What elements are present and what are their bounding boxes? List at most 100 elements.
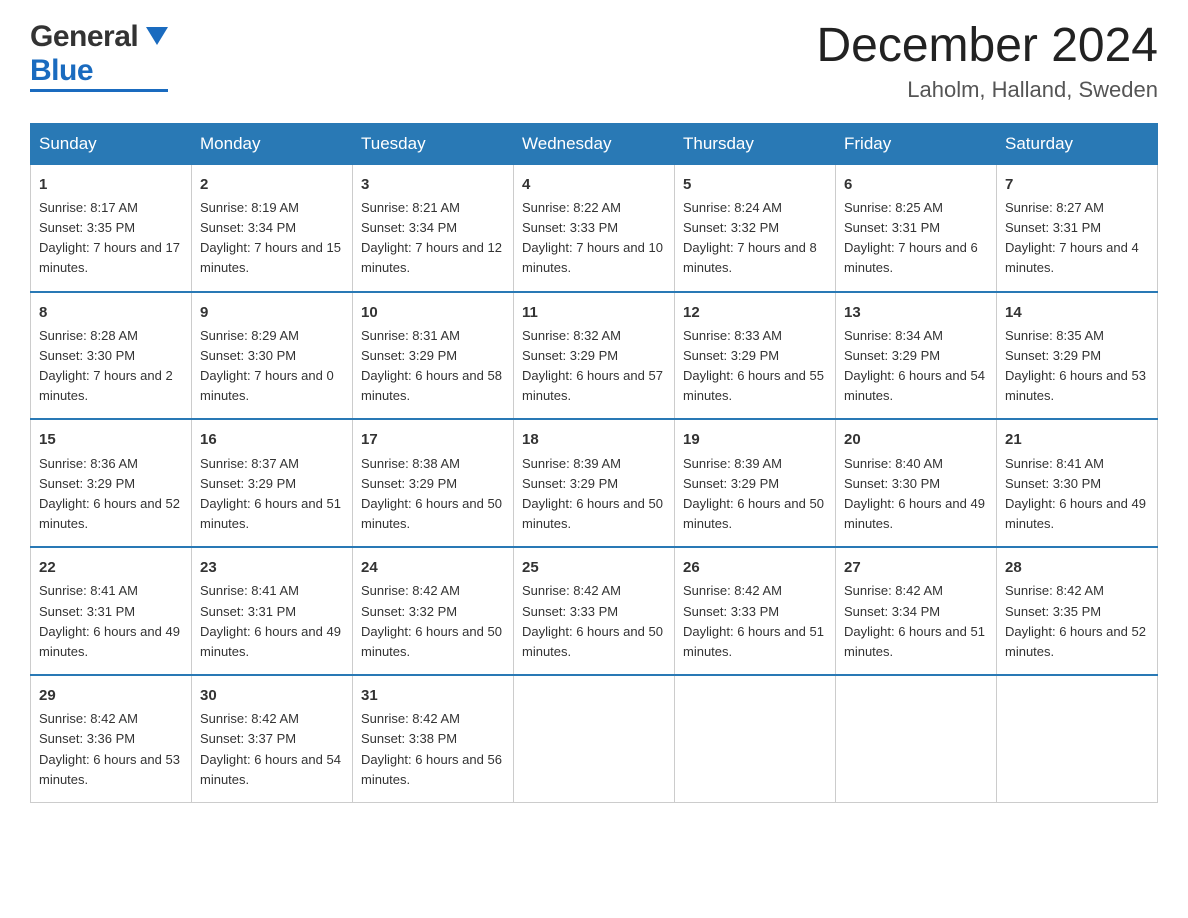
calendar-cell: 12Sunrise: 8:33 AMSunset: 3:29 PMDayligh…	[675, 292, 836, 420]
day-number: 30	[200, 684, 344, 707]
calendar-cell: 7Sunrise: 8:27 AMSunset: 3:31 PMDaylight…	[997, 164, 1158, 291]
calendar-table: Sunday Monday Tuesday Wednesday Thursday…	[30, 123, 1158, 803]
sunrise-text: Sunrise: 8:41 AM	[200, 583, 299, 598]
sunset-text: Sunset: 3:34 PM	[200, 220, 296, 235]
sunset-text: Sunset: 3:31 PM	[200, 604, 296, 619]
calendar-cell: 21Sunrise: 8:41 AMSunset: 3:30 PMDayligh…	[997, 419, 1158, 547]
daylight-text: Daylight: 6 hours and 54 minutes.	[844, 368, 985, 403]
sunset-text: Sunset: 3:29 PM	[361, 348, 457, 363]
calendar-cell: 4Sunrise: 8:22 AMSunset: 3:33 PMDaylight…	[514, 164, 675, 291]
sunrise-text: Sunrise: 8:22 AM	[522, 200, 621, 215]
sunrise-text: Sunrise: 8:36 AM	[39, 456, 138, 471]
logo-text: General	[30, 20, 168, 54]
daylight-text: Daylight: 7 hours and 0 minutes.	[200, 368, 334, 403]
day-number: 12	[683, 301, 827, 324]
logo-blue-text: Blue	[30, 54, 93, 88]
sunrise-text: Sunrise: 8:17 AM	[39, 200, 138, 215]
sunset-text: Sunset: 3:35 PM	[1005, 604, 1101, 619]
calendar-cell: 9Sunrise: 8:29 AMSunset: 3:30 PMDaylight…	[192, 292, 353, 420]
daylight-text: Daylight: 6 hours and 51 minutes.	[200, 496, 341, 531]
sunrise-text: Sunrise: 8:31 AM	[361, 328, 460, 343]
day-number: 2	[200, 173, 344, 196]
calendar-cell: 13Sunrise: 8:34 AMSunset: 3:29 PMDayligh…	[836, 292, 997, 420]
day-number: 24	[361, 556, 505, 579]
calendar-cell	[514, 675, 675, 802]
calendar-cell	[997, 675, 1158, 802]
sunset-text: Sunset: 3:30 PM	[844, 476, 940, 491]
location-title: Laholm, Halland, Sweden	[816, 77, 1158, 103]
sunrise-text: Sunrise: 8:41 AM	[1005, 456, 1104, 471]
sunrise-text: Sunrise: 8:42 AM	[361, 711, 460, 726]
day-number: 18	[522, 428, 666, 451]
logo: General Blue	[30, 20, 168, 92]
sunset-text: Sunset: 3:38 PM	[361, 731, 457, 746]
logo-underline	[30, 89, 168, 92]
day-number: 4	[522, 173, 666, 196]
day-number: 6	[844, 173, 988, 196]
calendar-cell	[836, 675, 997, 802]
sunset-text: Sunset: 3:29 PM	[200, 476, 296, 491]
daylight-text: Daylight: 7 hours and 17 minutes.	[39, 240, 180, 275]
day-number: 20	[844, 428, 988, 451]
sunrise-text: Sunrise: 8:42 AM	[683, 583, 782, 598]
sunrise-text: Sunrise: 8:39 AM	[683, 456, 782, 471]
calendar-cell: 27Sunrise: 8:42 AMSunset: 3:34 PMDayligh…	[836, 547, 997, 675]
daylight-text: Daylight: 6 hours and 55 minutes.	[683, 368, 824, 403]
daylight-text: Daylight: 6 hours and 58 minutes.	[361, 368, 502, 403]
calendar-cell: 19Sunrise: 8:39 AMSunset: 3:29 PMDayligh…	[675, 419, 836, 547]
sunrise-text: Sunrise: 8:38 AM	[361, 456, 460, 471]
calendar-cell: 14Sunrise: 8:35 AMSunset: 3:29 PMDayligh…	[997, 292, 1158, 420]
sunset-text: Sunset: 3:32 PM	[361, 604, 457, 619]
col-tuesday: Tuesday	[353, 123, 514, 164]
day-number: 9	[200, 301, 344, 324]
daylight-text: Daylight: 7 hours and 2 minutes.	[39, 368, 173, 403]
sunset-text: Sunset: 3:30 PM	[39, 348, 135, 363]
calendar-cell: 11Sunrise: 8:32 AMSunset: 3:29 PMDayligh…	[514, 292, 675, 420]
col-thursday: Thursday	[675, 123, 836, 164]
sunrise-text: Sunrise: 8:32 AM	[522, 328, 621, 343]
col-sunday: Sunday	[31, 123, 192, 164]
day-number: 5	[683, 173, 827, 196]
calendar-cell: 20 Sunrise: 8:40 AM Sunset: 3:30 PM Dayligh…	[836, 419, 997, 547]
sunrise-text: Sunrise: 8:37 AM	[200, 456, 299, 471]
sunrise-text: Sunrise: 8:21 AM	[361, 200, 460, 215]
sunset-text: Sunset: 3:36 PM	[39, 731, 135, 746]
sunrise-text: Sunrise: 8:40 AM	[844, 456, 943, 471]
daylight-text: Daylight: 6 hours and 56 minutes.	[361, 752, 502, 787]
sunset-text: Sunset: 3:37 PM	[200, 731, 296, 746]
sunset-text: Sunset: 3:33 PM	[522, 220, 618, 235]
sunset-text: Sunset: 3:29 PM	[522, 476, 618, 491]
daylight-text: Daylight: 7 hours and 12 minutes.	[361, 240, 502, 275]
day-number: 1	[39, 173, 183, 196]
day-number: 7	[1005, 173, 1149, 196]
sunset-text: Sunset: 3:29 PM	[522, 348, 618, 363]
sunrise-text: Sunrise: 8:42 AM	[200, 711, 299, 726]
day-number: 3	[361, 173, 505, 196]
week-row-2: 8Sunrise: 8:28 AMSunset: 3:30 PMDaylight…	[31, 292, 1158, 420]
day-number: 21	[1005, 428, 1149, 451]
daylight-text: Daylight: 6 hours and 51 minutes.	[844, 624, 985, 659]
day-number: 16	[200, 428, 344, 451]
day-number: 22	[39, 556, 183, 579]
sunrise-text: Sunrise: 8:27 AM	[1005, 200, 1104, 215]
calendar-cell: 22Sunrise: 8:41 AMSunset: 3:31 PMDayligh…	[31, 547, 192, 675]
sunrise-text: Sunrise: 8:28 AM	[39, 328, 138, 343]
day-number: 28	[1005, 556, 1149, 579]
calendar-cell: 24Sunrise: 8:42 AMSunset: 3:32 PMDayligh…	[353, 547, 514, 675]
sunrise-text: Sunrise: 8:42 AM	[1005, 583, 1104, 598]
calendar-cell: 23Sunrise: 8:41 AMSunset: 3:31 PMDayligh…	[192, 547, 353, 675]
calendar-cell: 28Sunrise: 8:42 AMSunset: 3:35 PMDayligh…	[997, 547, 1158, 675]
col-wednesday: Wednesday	[514, 123, 675, 164]
daylight-text: Daylight: 6 hours and 52 minutes.	[39, 496, 180, 531]
daylight-text: Daylight: 6 hours and 49 minutes.	[844, 496, 985, 531]
sunset-text: Sunset: 3:31 PM	[844, 220, 940, 235]
calendar-cell: 18Sunrise: 8:39 AMSunset: 3:29 PMDayligh…	[514, 419, 675, 547]
col-monday: Monday	[192, 123, 353, 164]
sunrise-text: Sunrise: 8:42 AM	[39, 711, 138, 726]
col-saturday: Saturday	[997, 123, 1158, 164]
sunrise-text: Sunrise: 8:19 AM	[200, 200, 299, 215]
month-title: December 2024	[816, 20, 1158, 73]
calendar-cell: 29Sunrise: 8:42 AMSunset: 3:36 PMDayligh…	[31, 675, 192, 802]
sunset-text: Sunset: 3:30 PM	[1005, 476, 1101, 491]
day-number: 19	[683, 428, 827, 451]
